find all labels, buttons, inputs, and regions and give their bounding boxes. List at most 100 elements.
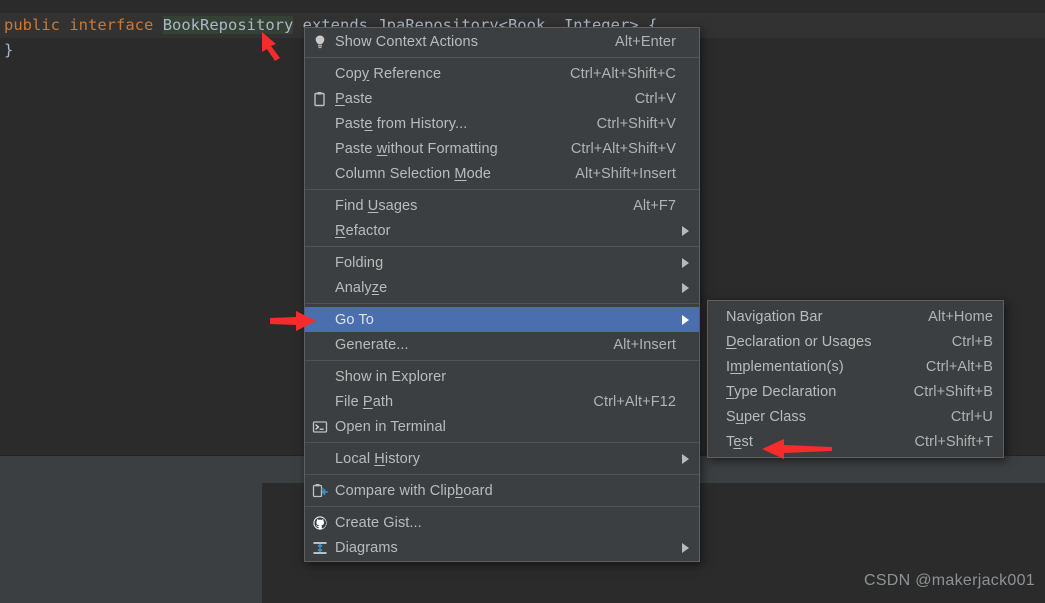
menu-item-shortcut: Ctrl+V bbox=[617, 91, 676, 107]
compare-clipboard-icon bbox=[305, 478, 335, 503]
menu-icon-placeholder bbox=[305, 389, 335, 414]
diagrams-icon bbox=[305, 535, 335, 560]
menu-item-paste-from-history[interactable]: Paste from History...Ctrl+Shift+V bbox=[305, 111, 699, 136]
submenu-item-label: Implementation(s) bbox=[726, 359, 908, 375]
submenu-item-navigation-bar[interactable]: Navigation BarAlt+Home bbox=[708, 304, 1003, 329]
menu-item-go-to[interactable]: Go To bbox=[305, 307, 699, 332]
menu-icon-placeholder bbox=[305, 332, 335, 357]
menu-separator bbox=[305, 442, 699, 443]
menu-item-shortcut: Ctrl+Alt+Shift+C bbox=[552, 66, 676, 82]
menu-item-compare-with-clipboard[interactable]: Compare with Clipboard bbox=[305, 478, 699, 503]
submenu-item-shortcut: Ctrl+U bbox=[933, 409, 993, 425]
diagrams-icon bbox=[312, 540, 328, 556]
watermark-label: CSDN @makerjack001 bbox=[864, 572, 1035, 590]
menu-item-label: Copy Reference bbox=[335, 66, 552, 82]
menu-item-open-in-terminal[interactable]: Open in Terminal bbox=[305, 414, 699, 439]
submenu-item-declaration-or-usages[interactable]: Declaration or UsagesCtrl+B bbox=[708, 329, 1003, 354]
menu-item-label: Refactor bbox=[335, 223, 676, 239]
menu-separator bbox=[305, 57, 699, 58]
chevron-right-icon bbox=[681, 543, 690, 553]
lightbulb-icon bbox=[312, 34, 328, 50]
class-name-token[interactable]: BookRepository bbox=[163, 16, 294, 34]
menu-icon-placeholder bbox=[305, 111, 335, 136]
menu-icon-placeholder bbox=[305, 61, 335, 86]
submenu-arrow bbox=[676, 543, 690, 553]
menu-item-diagrams[interactable]: Diagrams bbox=[305, 535, 699, 560]
menu-item-show-context-actions[interactable]: Show Context ActionsAlt+Enter bbox=[305, 29, 699, 54]
menu-item-analyze[interactable]: Analyze bbox=[305, 275, 699, 300]
menu-icon-placeholder bbox=[305, 364, 335, 389]
menu-item-copy-reference[interactable]: Copy ReferenceCtrl+Alt+Shift+C bbox=[305, 61, 699, 86]
submenu-icon-placeholder bbox=[708, 404, 726, 429]
menu-item-find-usages[interactable]: Find UsagesAlt+F7 bbox=[305, 193, 699, 218]
terminal-icon bbox=[305, 414, 335, 439]
run-results-panel[interactable]: 3 s 559 ms bbox=[0, 483, 262, 603]
menu-item-paste-without-formatting[interactable]: Paste without FormattingCtrl+Alt+Shift+V bbox=[305, 136, 699, 161]
menu-item-show-in-explorer[interactable]: Show in Explorer bbox=[305, 364, 699, 389]
menu-item-refactor[interactable]: Refactor bbox=[305, 218, 699, 243]
submenu-item-type-declaration[interactable]: Type DeclarationCtrl+Shift+B bbox=[708, 379, 1003, 404]
menu-item-label: Go To bbox=[335, 312, 676, 328]
submenu-item-implementation-s[interactable]: Implementation(s)Ctrl+Alt+B bbox=[708, 354, 1003, 379]
menu-item-paste[interactable]: PasteCtrl+V bbox=[305, 86, 699, 111]
menu-item-label: Create Gist... bbox=[335, 515, 676, 531]
submenu-icon-placeholder bbox=[708, 379, 726, 404]
submenu-item-super-class[interactable]: Super ClassCtrl+U bbox=[708, 404, 1003, 429]
menu-separator bbox=[305, 360, 699, 361]
menu-icon-placeholder bbox=[305, 136, 335, 161]
submenu-icon-placeholder bbox=[708, 304, 726, 329]
menu-item-create-gist[interactable]: Create Gist... bbox=[305, 510, 699, 535]
terminal-icon bbox=[312, 419, 328, 435]
chevron-right-icon bbox=[681, 283, 690, 293]
menu-separator bbox=[305, 474, 699, 475]
menu-item-shortcut: Alt+Shift+Insert bbox=[557, 166, 676, 182]
submenu-item-label: Super Class bbox=[726, 409, 933, 425]
submenu-arrow bbox=[676, 226, 690, 236]
menu-separator bbox=[305, 246, 699, 247]
github-icon bbox=[312, 515, 328, 531]
menu-item-label: Local History bbox=[335, 451, 676, 467]
menu-item-local-history[interactable]: Local History bbox=[305, 446, 699, 471]
code-line-2: } bbox=[4, 38, 13, 63]
menu-separator bbox=[305, 506, 699, 507]
menu-item-shortcut: Ctrl+Shift+V bbox=[579, 116, 676, 132]
submenu-item-shortcut: Ctrl+B bbox=[934, 334, 993, 350]
github-icon bbox=[305, 510, 335, 535]
menu-item-label: Paste from History... bbox=[335, 116, 579, 132]
context-menu[interactable]: Show Context ActionsAlt+Enter Copy Refere… bbox=[304, 27, 700, 562]
menu-item-label: Show Context Actions bbox=[335, 34, 597, 50]
menu-icon-placeholder bbox=[305, 446, 335, 471]
menu-item-label: Compare with Clipboard bbox=[335, 483, 676, 499]
submenu-icon-placeholder bbox=[708, 429, 726, 454]
goto-submenu[interactable]: Navigation BarAlt+HomeDeclaration or Usa… bbox=[707, 300, 1004, 458]
clipboard-icon bbox=[312, 91, 328, 107]
menu-item-file-path[interactable]: File PathCtrl+Alt+F12 bbox=[305, 389, 699, 414]
menu-item-label: Find Usages bbox=[335, 198, 615, 214]
menu-item-folding[interactable]: Folding bbox=[305, 250, 699, 275]
submenu-item-shortcut: Ctrl+Alt+B bbox=[908, 359, 993, 375]
lightbulb-icon bbox=[305, 29, 335, 54]
menu-icon-placeholder bbox=[305, 218, 335, 243]
submenu-icon-placeholder bbox=[708, 329, 726, 354]
menu-item-label: Analyze bbox=[335, 280, 676, 296]
keyword-public: public bbox=[4, 16, 60, 34]
submenu-item-test[interactable]: TestCtrl+Shift+T bbox=[708, 429, 1003, 454]
menu-separator bbox=[305, 303, 699, 304]
ide-screenshot: public interface BookRepository extends … bbox=[0, 0, 1045, 603]
submenu-arrow bbox=[676, 283, 690, 293]
submenu-item-shortcut: Ctrl+Shift+B bbox=[896, 384, 993, 400]
menu-icon-placeholder bbox=[305, 307, 335, 332]
submenu-item-label: Test bbox=[726, 434, 896, 450]
menu-item-column-selection-mode[interactable]: Column Selection ModeAlt+Shift+Insert bbox=[305, 161, 699, 186]
menu-item-label: Column Selection Mode bbox=[335, 166, 557, 182]
submenu-icon-placeholder bbox=[708, 354, 726, 379]
menu-item-generate[interactable]: Generate...Alt+Insert bbox=[305, 332, 699, 357]
submenu-arrow bbox=[676, 258, 690, 268]
chevron-right-icon bbox=[681, 315, 690, 325]
menu-item-label: Paste bbox=[335, 91, 617, 107]
menu-item-shortcut: Ctrl+Alt+F12 bbox=[575, 394, 676, 410]
compare-clipboard-icon bbox=[312, 483, 328, 499]
menu-item-label: Diagrams bbox=[335, 540, 676, 556]
menu-item-label: Folding bbox=[335, 255, 676, 271]
submenu-item-shortcut: Alt+Home bbox=[910, 309, 993, 325]
